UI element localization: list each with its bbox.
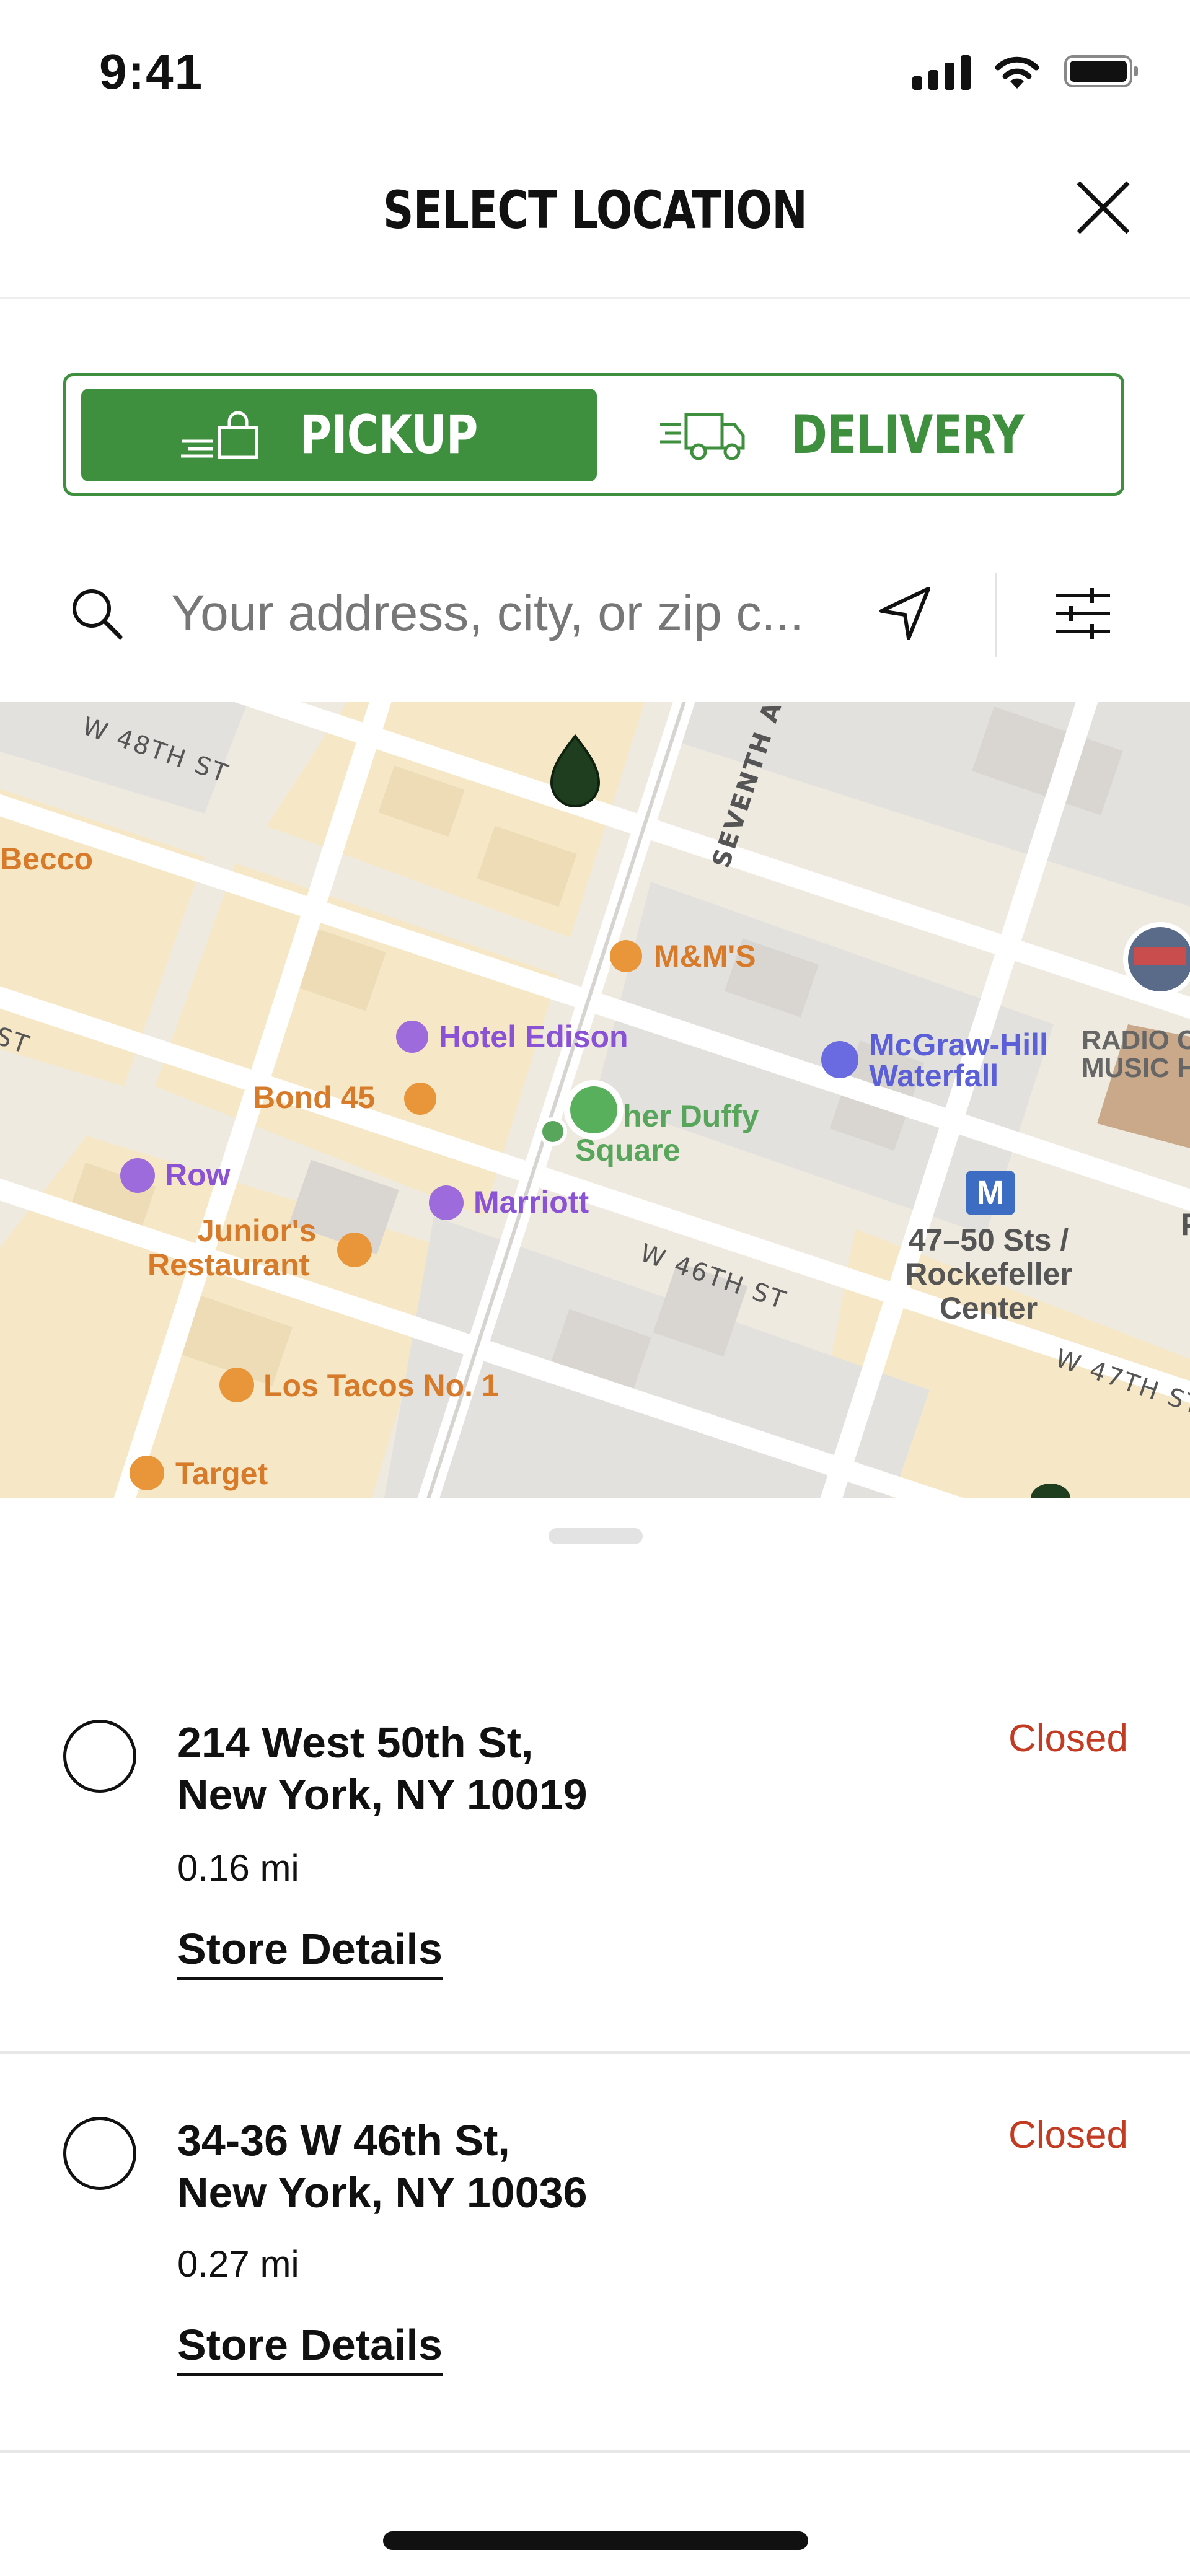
fulfillment-mode-toggle: PICKUP DELIVERY — [63, 373, 1124, 496]
map-poi-label: Waterfall — [869, 1058, 998, 1093]
header: SELECT LOCATION — [0, 143, 1190, 299]
map-poi-label: 47–50 Sts / — [909, 1223, 1069, 1257]
store-address: 214 West 50th St, New York, NY 10019 — [177, 1717, 588, 1821]
store-address: 34-36 W 46th St, New York, NY 10036 — [177, 2114, 588, 2218]
status-bar: 9:41 — [0, 0, 1190, 143]
close-button[interactable] — [1072, 177, 1134, 239]
store-select-radio[interactable] — [63, 2117, 136, 2190]
status-icons — [912, 53, 1140, 90]
shopping-bag-icon — [180, 411, 258, 459]
map-poi-label: P — [1181, 1207, 1190, 1242]
close-icon — [1077, 181, 1130, 234]
map-poi-label: Row — [165, 1158, 231, 1192]
store-status: Closed — [1008, 2114, 1128, 2156]
pickup-button[interactable]: PICKUP — [81, 389, 597, 481]
search-divider — [995, 573, 997, 657]
map-poi-label: Bond 45 — [253, 1080, 375, 1115]
store-address-line1: 34-36 W 46th St, — [177, 2116, 510, 2165]
battery-icon — [1064, 55, 1138, 87]
metro-icon: M — [977, 1174, 1005, 1211]
store-details-link[interactable]: Store Details — [177, 1924, 443, 1980]
store-distance: 0.27 mi — [177, 2243, 299, 2285]
store-select-radio[interactable] — [63, 1720, 136, 1793]
map-poi-label: Los Tacos No. 1 — [263, 1368, 499, 1403]
map-poi-label: Center — [940, 1291, 1038, 1325]
current-location-icon[interactable] — [874, 582, 936, 644]
wifi-icon — [995, 56, 1039, 89]
map-canvas: W 48TH ST SEVENTH A W 46TH ST W 47TH ST … — [0, 702, 1190, 1498]
store-list-item[interactable]: 34-36 W 46th St, New York, NY 10036 Clos… — [0, 2054, 1190, 2453]
sheet-drag-handle[interactable] — [549, 1528, 643, 1544]
search-bar — [0, 558, 1190, 669]
cellular-signal-icon — [912, 53, 971, 90]
page-title: SELECT LOCATION — [382, 180, 808, 240]
pickup-label: PICKUP — [299, 404, 478, 466]
map-poi-label: McGraw-Hill — [869, 1027, 1048, 1062]
map-poi-label: M&M'S — [654, 939, 756, 974]
store-status: Closed — [1008, 1717, 1128, 1760]
store-address-line1: 214 West 50th St, — [177, 1718, 534, 1767]
map-poi-label: Hotel Edison — [439, 1019, 628, 1054]
map-poi-label: Target — [175, 1456, 268, 1491]
map-poi-label: Marriott — [474, 1185, 589, 1220]
delivery-truck-icon — [659, 413, 745, 460]
search-input[interactable] — [171, 582, 859, 644]
map-poi-label: RADIO C — [1082, 1025, 1190, 1055]
map-poi-label: Becco — [0, 842, 93, 876]
filter-icon[interactable] — [1054, 586, 1113, 641]
map-poi-label: Restaurant — [148, 1247, 310, 1282]
store-map[interactable]: W 48TH ST SEVENTH A W 46TH ST W 47TH ST … — [0, 702, 1190, 1498]
home-indicator — [383, 2531, 808, 2550]
delivery-button[interactable]: DELIVERY — [599, 389, 1110, 481]
store-details-link[interactable]: Store Details — [177, 2320, 443, 2376]
search-icon — [73, 589, 123, 640]
map-poi-label: her Duffy — [623, 1099, 759, 1133]
map-poi-label: Junior's — [197, 1213, 316, 1248]
status-time: 9:41 — [99, 44, 204, 99]
store-address-line2: New York, NY 10019 — [177, 1770, 588, 1819]
store-distance: 0.16 mi — [177, 1847, 299, 1889]
delivery-label: DELIVERY — [791, 404, 1024, 466]
store-list-item[interactable]: 214 West 50th St, New York, NY 10019 Clo… — [0, 1673, 1190, 2054]
map-poi-label: Rockefeller — [905, 1257, 1072, 1291]
store-address-line2: New York, NY 10036 — [177, 2168, 588, 2217]
map-poi-label: MUSIC H — [1082, 1053, 1190, 1083]
